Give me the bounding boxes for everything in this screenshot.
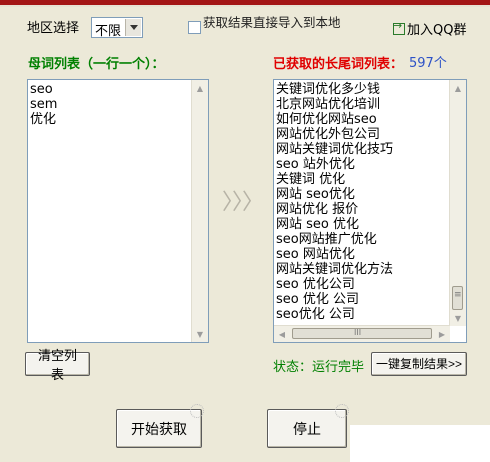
- button-decoration: [335, 404, 349, 418]
- clear-list-button[interactable]: 清空列表: [25, 348, 90, 382]
- arrow-link-icon: [393, 19, 405, 35]
- longtail-word-line: 关键词优化多少钱: [276, 82, 381, 97]
- scroll-left-icon[interactable]: ◀: [274, 326, 290, 342]
- blank-area: [350, 425, 490, 462]
- horizontal-scrollbar[interactable]: ◀ III ▶: [274, 325, 450, 342]
- seed-word-line: 优化: [30, 112, 57, 127]
- longtail-word-line: seo优化 公司: [276, 307, 355, 322]
- longtail-word-line: seo网站推广优化: [276, 232, 377, 247]
- scroll-down-icon[interactable]: ▼: [192, 326, 208, 342]
- import-local-label: 获取结果直接导入到本地: [203, 15, 341, 30]
- region-select-value: 不限: [95, 24, 122, 39]
- scroll-down-icon[interactable]: ▼: [450, 310, 466, 326]
- longtail-word-line: 关键词 优化: [276, 172, 346, 187]
- scroll-up-icon[interactable]: ▲: [450, 80, 466, 96]
- dropdown-button[interactable]: [125, 19, 141, 36]
- start-fetch-button[interactable]: 开始获取: [116, 409, 202, 448]
- window-top-border: [0, 0, 490, 7]
- join-qq-group-label: 加入QQ群: [407, 23, 467, 38]
- status-text: 状态：运行完毕: [273, 360, 365, 375]
- vertical-scrollbar[interactable]: ▲ ≡ ▼: [449, 80, 466, 326]
- longtail-count: 597个: [409, 56, 447, 71]
- longtail-word-line: seo 优化 公司: [276, 292, 359, 307]
- chevron-down-icon: [129, 25, 138, 30]
- transfer-arrows-icon: 〉〉〉: [222, 190, 264, 215]
- longtail-word-line: seo 站外优化: [276, 157, 355, 172]
- seed-words-title: 母词列表（一行一个）：: [28, 57, 165, 72]
- stop-button[interactable]: 停止: [267, 409, 347, 448]
- longtail-word-line: seo 优化公司: [276, 277, 355, 292]
- longtail-word-line: 北京网站优化培训: [276, 97, 381, 112]
- longtail-words-content: 关键词优化多少钱 北京网站优化培训 如何优化网站seo 网站优化外包公司 网站关键词优化…: [276, 82, 393, 322]
- grip-icon: III: [354, 328, 362, 337]
- longtail-word-line: 网站优化外包公司: [276, 127, 381, 142]
- vertical-scrollbar[interactable]: ▲ ▼: [191, 80, 208, 342]
- longtail-word-line: 网站 seo优化: [276, 187, 355, 202]
- seed-words-textarea[interactable]: seo sem 优化 ▲ ▼: [27, 79, 209, 343]
- region-label: 地区选择: [27, 21, 80, 36]
- copy-results-button[interactable]: 一键复制结果>>: [371, 352, 467, 376]
- longtail-list-title: 已获取的长尾词列表：: [273, 57, 404, 72]
- longtail-word-line: 如何优化网站seo: [276, 112, 377, 127]
- scroll-up-icon[interactable]: ▲: [192, 80, 208, 96]
- join-qq-group-link[interactable]: 加入QQ群: [393, 19, 466, 38]
- longtail-word-line: 网站 seo 优化: [276, 217, 359, 232]
- seed-words-content: seo sem 优化: [30, 82, 57, 127]
- region-select[interactable]: 不限: [91, 17, 143, 39]
- longtail-word-line: seo 网站优化: [276, 247, 355, 262]
- longtail-word-line: 网站优化 报价: [276, 202, 359, 217]
- seed-word-line: seo: [30, 82, 53, 97]
- seed-word-line: sem: [30, 97, 58, 112]
- longtail-word-line: 网站关键词优化技巧: [276, 142, 394, 157]
- longtail-word-line: 网站关键词优化方法: [276, 262, 394, 277]
- import-local-checkbox[interactable]: [188, 21, 201, 34]
- longtail-words-textarea[interactable]: 关键词优化多少钱 北京网站优化培训 如何优化网站seo 网站优化外包公司 网站关键词优化…: [273, 79, 467, 343]
- horizontal-scroll-thumb[interactable]: III: [292, 328, 432, 339]
- vertical-scroll-thumb[interactable]: ≡: [452, 286, 463, 310]
- button-decoration: [190, 404, 204, 418]
- grip-icon: ≡: [454, 290, 462, 300]
- scroll-right-icon[interactable]: ▶: [434, 326, 450, 342]
